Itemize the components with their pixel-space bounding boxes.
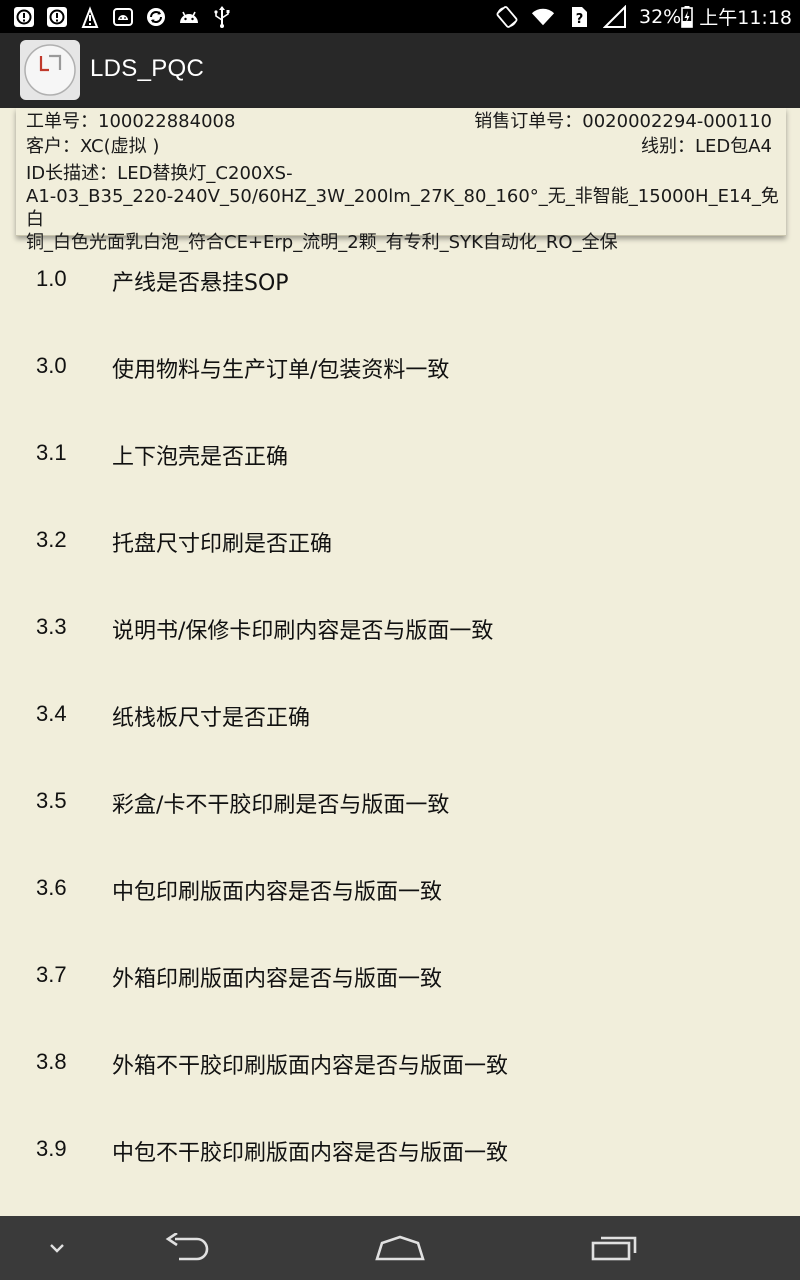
item-number: 3.0 xyxy=(36,353,67,378)
checklist-item[interactable]: 3.2 托盘尺寸印刷是否正确 xyxy=(0,497,800,584)
item-text: 中包印刷版面内容是否与版面一致 xyxy=(112,880,443,905)
order-info-card: 工单号：100022884008 销售订单号：0020002294-000110… xyxy=(16,108,786,253)
checklist-item[interactable]: 3.5 彩盒/卡不干胶印刷是否与版面一致 xyxy=(0,758,800,845)
item-number: 3.9 xyxy=(36,1136,67,1161)
checklist-item[interactable]: 1.0 产线是否悬挂SOP xyxy=(0,236,800,323)
app-logo[interactable] xyxy=(20,40,80,100)
home-button[interactable] xyxy=(362,1216,438,1280)
sales-order-row: 销售订单号：0020002294-000110 xyxy=(474,110,772,134)
checklist-item[interactable]: 3.3 说明书/保修卡印刷内容是否与版面一致 xyxy=(0,584,800,671)
app-bar: LDS_PQC xyxy=(0,33,800,108)
item-text: 外箱不干胶印刷版面内容是否与版面一致 xyxy=(112,1054,509,1079)
item-number: 3.1 xyxy=(36,440,67,465)
status-bar: ? 32% 上午11:18 xyxy=(0,0,800,33)
no-sim-icon: ? xyxy=(567,5,591,29)
navigation-bar xyxy=(0,1216,800,1280)
line-label: 线别： xyxy=(640,136,695,157)
hide-keyboard-button[interactable] xyxy=(30,1216,84,1280)
customer-label: 客户： xyxy=(26,136,80,157)
notification-alert-icon xyxy=(12,5,36,29)
android-debug-icon xyxy=(111,5,135,29)
item-number: 3.2 xyxy=(36,527,67,552)
sales-order-value: 0020002294-000110 xyxy=(582,111,772,132)
rotation-lock-icon xyxy=(495,5,519,29)
item-number: 3.7 xyxy=(36,962,67,987)
wifi-icon xyxy=(531,5,555,29)
item-number: 3.4 xyxy=(36,701,67,726)
clock: 上午11:18 xyxy=(699,7,792,29)
system-indicators: ? 32% 上午11:18 xyxy=(495,0,792,33)
notification-alert-icon xyxy=(45,5,69,29)
work-order-value: 100022884008 xyxy=(98,111,236,132)
item-text: 纸栈板尺寸是否正确 xyxy=(112,706,311,731)
android-icon xyxy=(177,5,201,29)
item-number: 1.0 xyxy=(36,266,67,291)
item-text: 使用物料与生产订单/包装资料一致 xyxy=(112,358,450,383)
battery-percent: 32% xyxy=(639,5,682,28)
sales-order-label: 销售订单号： xyxy=(474,111,583,132)
customer-value: XC(虚拟 ) xyxy=(80,136,160,157)
usb-icon xyxy=(210,5,234,29)
back-icon xyxy=(165,1233,209,1261)
back-button[interactable] xyxy=(150,1216,224,1280)
checklist-item[interactable]: 3.1 上下泡壳是否正确 xyxy=(0,410,800,497)
line-row: 线别：LED包A4 xyxy=(641,135,772,159)
sync-icon xyxy=(144,5,168,29)
checklist-item[interactable]: 3.8 外箱不干胶印刷版面内容是否与版面一致 xyxy=(0,1019,800,1106)
checklist-item[interactable]: 3.0 使用物料与生产订单/包装资料一致 xyxy=(0,323,800,410)
checklist-item[interactable]: 3.9 中包不干胶印刷版面内容是否与版面一致 xyxy=(0,1106,800,1193)
recent-apps-icon xyxy=(591,1236,637,1261)
item-number: 3.3 xyxy=(36,614,67,639)
item-number: 3.8 xyxy=(36,1049,67,1074)
home-icon xyxy=(375,1235,425,1261)
line-value: LED包A4 xyxy=(694,136,772,157)
signal-icon xyxy=(603,4,627,29)
item-text: 彩盒/卡不干胶印刷是否与版面一致 xyxy=(112,793,450,818)
customer-row: 客户：XC(虚拟 ) xyxy=(26,135,159,159)
hide-keyboard-icon xyxy=(50,1244,64,1253)
battery-charging-icon xyxy=(681,5,694,29)
item-text: 中包不干胶印刷版面内容是否与版面一致 xyxy=(112,1141,509,1166)
svg-text:?: ? xyxy=(576,12,584,27)
item-text: 上下泡壳是否正确 xyxy=(112,445,289,470)
app-title: LDS_PQC xyxy=(90,55,205,82)
item-number: 3.5 xyxy=(36,788,67,813)
warning-icon xyxy=(78,5,102,29)
item-text: 说明书/保修卡印刷内容是否与版面一致 xyxy=(112,619,494,644)
item-text: 托盘尺寸印刷是否正确 xyxy=(112,532,333,557)
item-number: 3.6 xyxy=(36,875,67,900)
item-text: 外箱印刷版面内容是否与版面一致 xyxy=(112,967,443,992)
notification-icons xyxy=(12,4,234,29)
work-order-row: 工单号：100022884008 xyxy=(26,110,235,134)
work-order-label: 工单号： xyxy=(26,111,98,132)
recent-apps-button[interactable] xyxy=(580,1216,650,1280)
checklist-item[interactable]: 3.6 中包印刷版面内容是否与版面一致 xyxy=(0,845,800,932)
item-text: 产线是否悬挂SOP xyxy=(112,271,289,296)
checklist-item[interactable]: 3.4 纸栈板尺寸是否正确 xyxy=(0,671,800,758)
leedarson-logo-icon xyxy=(24,44,76,96)
checklist-item[interactable]: 3.7 外箱印刷版面内容是否与版面一致 xyxy=(0,932,800,1019)
